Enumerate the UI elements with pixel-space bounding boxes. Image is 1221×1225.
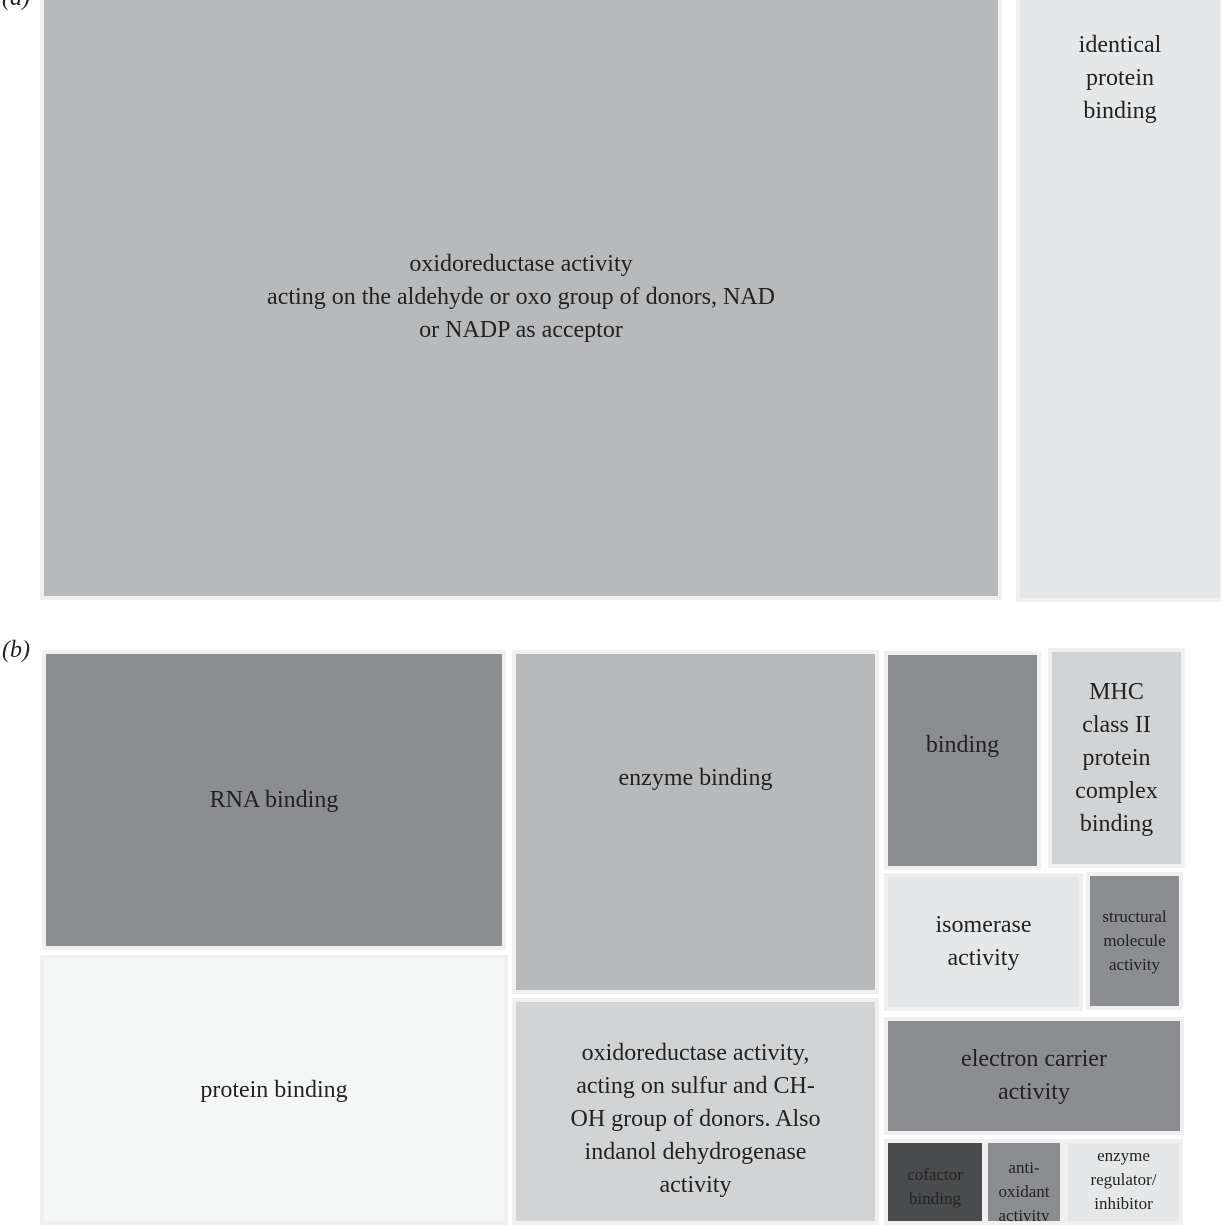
treemap-tile: electron carrier activity: [884, 1017, 1184, 1135]
treemap-tile-label: oxidoreductase activity, acting on sulfu…: [570, 1040, 821, 1198]
treemap-tile: isomerase activity: [884, 873, 1083, 1011]
treemap-tile-label: binding: [925, 732, 1000, 758]
treemap-tile-label: cofactor binding: [907, 1165, 963, 1208]
treemap-tile: cofactor binding: [884, 1139, 986, 1225]
treemap-tile-label: RNA binding: [209, 786, 339, 813]
treemap-tile-label: protein binding: [200, 1076, 348, 1103]
treemap-tile-label: enzyme binding: [618, 764, 773, 791]
treemap-tile-label: oxidoreductase activity acting on the al…: [267, 250, 775, 343]
treemap-tile-label: isomerase activity: [935, 912, 1032, 971]
treemap-tile-label: anti- oxidant activity: [998, 1158, 1050, 1225]
treemap-tile: structural molecule activity: [1086, 872, 1183, 1010]
treemap-tile: enzyme binding: [512, 650, 879, 994]
treemap-tile: protein binding: [40, 955, 508, 1225]
treemap-tile: enzyme regulator/ inhibitor: [1064, 1139, 1183, 1225]
treemap-tile: anti- oxidant activity: [984, 1139, 1064, 1225]
treemap-tile: binding: [884, 651, 1041, 870]
treemap-tile: oxidoreductase activity acting on the al…: [40, 0, 1002, 600]
treemap-tile: MHC class II protein complex binding: [1048, 648, 1185, 868]
panel-a-letter: (a): [2, 0, 30, 10]
treemap-tile: identical protein binding: [1016, 0, 1221, 602]
treemap-tile-label: electron carrier activity: [961, 1046, 1107, 1105]
treemap-tile-label: identical protein binding: [1078, 31, 1162, 124]
treemap-tile-label: enzyme regulator/ inhibitor: [1090, 1146, 1157, 1213]
treemap-tile-label: structural molecule activity: [1102, 907, 1167, 974]
treemap-tile: RNA binding: [42, 650, 506, 950]
treemap-tile-label: MHC class II protein complex binding: [1075, 678, 1158, 837]
panel-b-letter: (b): [2, 637, 30, 663]
treemap-tile: oxidoreductase activity, acting on sulfu…: [512, 998, 879, 1225]
